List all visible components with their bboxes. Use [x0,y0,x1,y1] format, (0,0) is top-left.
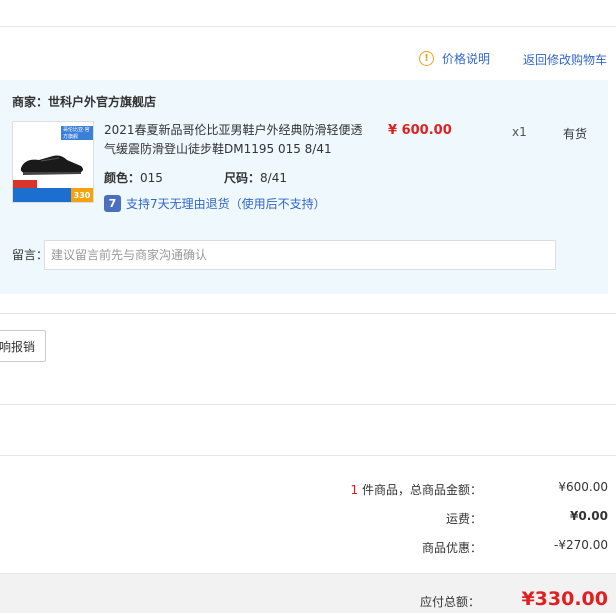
product-thumbnail[interactable]: 哥伦比亚·官方旗舰 330 [12,121,94,203]
size-value: 8/41 [260,171,287,185]
payable-total-label: 应付总额： [419,595,480,609]
thumbnail-price-tag: 330 [71,188,93,202]
size-attribute: 尺码：8/41 [224,169,287,186]
product-title[interactable]: 2021春夏新品哥伦比亚男鞋户外经典防滑轻便透气缓震防滑登山徒步鞋DM1195 … [104,121,364,159]
return-policy: 7 支持7天无理由退货（使用后不支持） [104,195,326,212]
goods-total-value: ¥600.00 [558,480,608,494]
stock-status: 有货 [563,127,588,141]
invoice-button[interactable]: 响报销 [0,330,46,362]
price-info-label: 价格说明 [442,52,491,66]
quantity: x1 [512,125,527,139]
size-label: 尺码： [224,171,261,185]
message-input[interactable] [44,240,556,270]
goods-total-label-text: 件商品，总商品金额： [358,483,482,497]
message-label: 留言： [12,248,49,262]
thumbnail-red-tag [13,180,37,188]
shop-name: 商家：世科户外官方旗舰店 [12,95,157,109]
color-attribute: 颜色：015 [104,169,163,186]
section-divider-3 [0,455,616,456]
payable-total-value: ¥330.00 [521,588,608,610]
section-divider-2 [0,404,616,405]
unit-price: ¥ 600.00 [388,123,452,138]
shipping-value: ¥0.00 [570,509,608,523]
back-to-cart-link[interactable]: 返回修改购物车 [523,51,607,68]
discount-value: -¥270.00 [554,538,608,552]
warning-circle-icon: ! [419,51,434,66]
shoe-image [20,155,83,175]
return-policy-text: 支持7天无理由退货（使用后不支持） [126,197,326,211]
top-divider [0,26,616,27]
color-value: 015 [140,171,163,185]
price-info-link[interactable]: ! 价格说明 [419,50,490,67]
shipping-label: 运费： [445,512,482,526]
thumbnail-brand-badge: 哥伦比亚·官方旗舰 [61,126,93,140]
seven-day-return-icon: 7 [104,195,121,212]
color-label: 颜色： [104,171,141,185]
section-divider-1 [0,313,616,314]
goods-total-label: 1 件商品，总商品金额： [351,481,482,498]
discount-label: 商品优惠： [421,541,482,555]
